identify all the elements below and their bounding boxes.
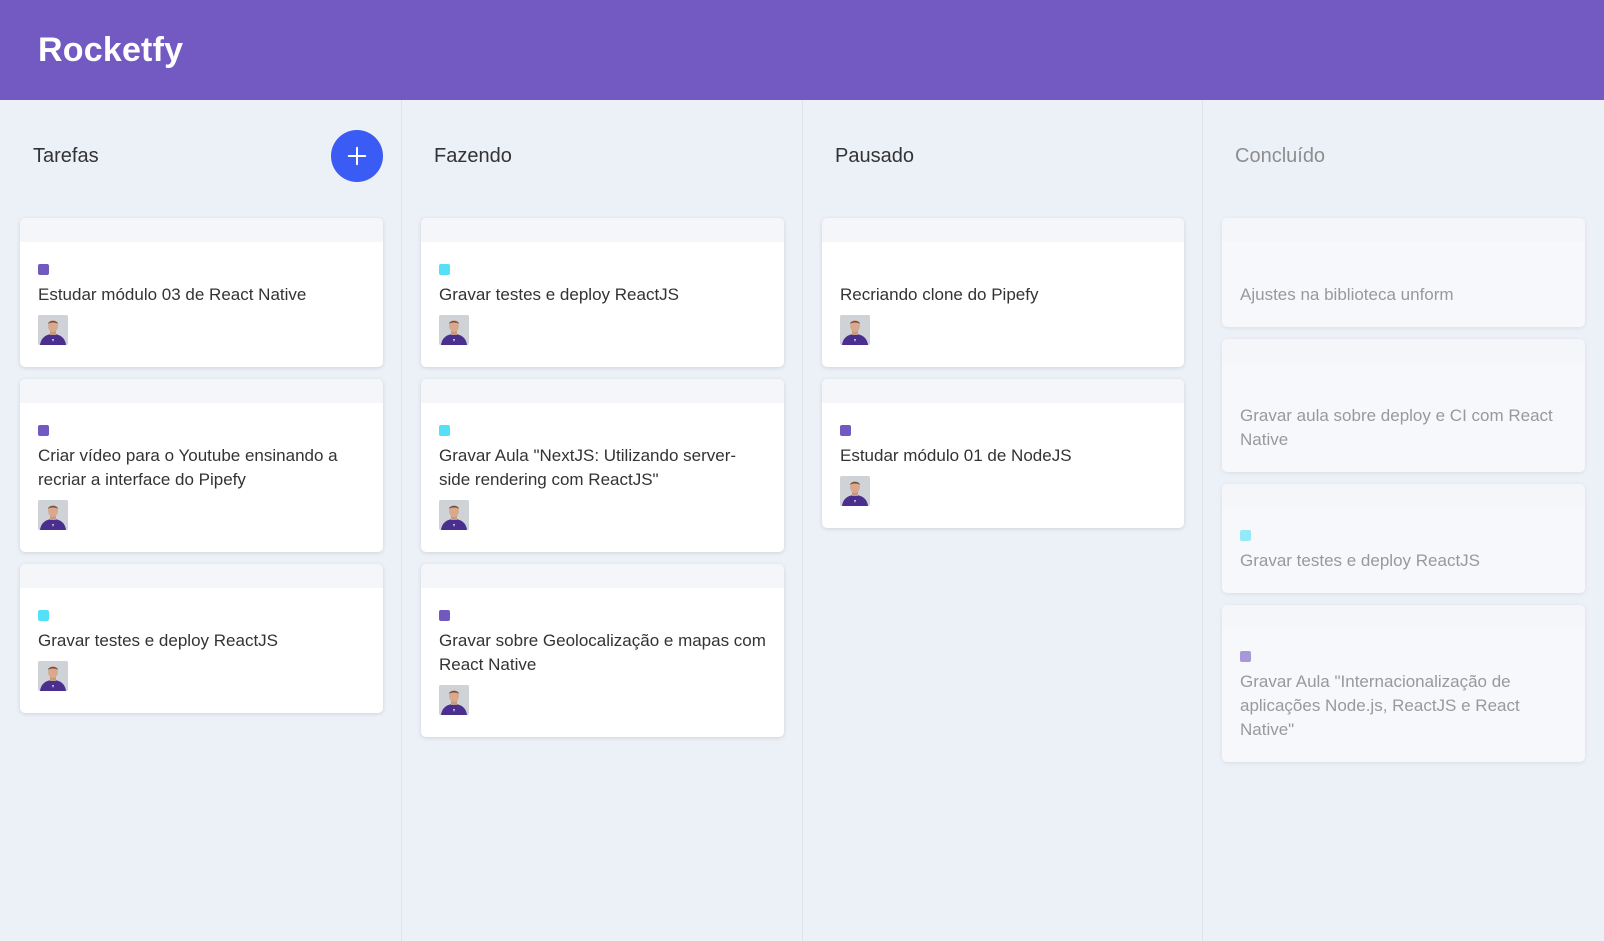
list-header: Fazendo — [421, 120, 784, 200]
card[interactable]: Gravar testes e deploy ReactJS — [20, 564, 383, 713]
card-list: Recriando clone do Pipefy Estudar módulo… — [822, 218, 1184, 528]
card-content: Estudar módulo 03 de React Native — [38, 285, 307, 304]
card[interactable]: Gravar Aula "Internacionalização de apli… — [1222, 605, 1585, 762]
user-avatar — [38, 661, 68, 691]
app-title: Rocketfy — [38, 30, 184, 69]
card-label — [439, 610, 450, 621]
add-card-button[interactable] — [331, 130, 383, 182]
list-title: Tarefas — [33, 144, 99, 167]
card-content: Gravar Aula "Internacionalização de apli… — [1240, 672, 1520, 739]
card[interactable]: Estudar módulo 01 de NodeJS — [822, 379, 1184, 528]
plus-icon — [347, 146, 367, 166]
card-label — [38, 264, 49, 275]
user-avatar — [38, 315, 68, 345]
card[interactable]: Recriando clone do Pipefy — [822, 218, 1184, 367]
card-content: Recriando clone do Pipefy — [840, 285, 1039, 304]
card-content: Gravar sobre Geolocalização e mapas com … — [439, 631, 766, 674]
card-content: Criar vídeo para o Youtube ensinando a r… — [38, 446, 338, 489]
person-icon — [38, 500, 68, 530]
card[interactable]: Criar vídeo para o Youtube ensinando a r… — [20, 379, 383, 552]
card[interactable]: Estudar módulo 03 de React Native — [20, 218, 383, 367]
card-label — [1240, 651, 1251, 662]
user-avatar — [38, 500, 68, 530]
card-label — [439, 425, 450, 436]
card[interactable]: Gravar testes e deploy ReactJS — [421, 218, 784, 367]
card-label — [38, 425, 49, 436]
user-avatar — [439, 500, 469, 530]
list-concluido: Concluído Ajustes na biblioteca unform G… — [1202, 100, 1603, 941]
card-list: Ajustes na biblioteca unform Gravar aula… — [1222, 218, 1585, 762]
card-content: Gravar testes e deploy ReactJS — [1240, 551, 1481, 570]
card-content: Estudar módulo 01 de NodeJS — [840, 446, 1072, 465]
card-content: Gravar Aula "NextJS: Utilizando server-s… — [439, 446, 737, 489]
card-label — [1240, 530, 1251, 541]
list-header: Concluído — [1222, 120, 1585, 200]
person-icon — [38, 661, 68, 691]
person-icon — [439, 500, 469, 530]
card-content: Ajustes na biblioteca unform — [1240, 285, 1454, 304]
card[interactable]: Gravar testes e deploy ReactJS — [1222, 484, 1585, 593]
person-icon — [439, 685, 469, 715]
user-avatar — [439, 685, 469, 715]
card[interactable]: Gravar aula sobre deploy e CI com React … — [1222, 339, 1585, 472]
list-title: Fazendo — [434, 144, 512, 167]
person-icon — [38, 315, 68, 345]
user-avatar — [840, 476, 870, 506]
list-tarefas: Tarefas Estudar módulo 03 de React Nativ… — [20, 100, 401, 941]
card-list: Gravar testes e deploy ReactJS Gravar Au… — [421, 218, 784, 737]
person-icon — [840, 315, 870, 345]
list-title: Pausado — [835, 144, 914, 167]
person-icon — [439, 315, 469, 345]
list-header: Pausado — [822, 120, 1184, 200]
card-label — [38, 610, 49, 621]
list-pausado: Pausado Recriando clone do Pipefy Estuda… — [802, 100, 1202, 941]
card[interactable]: Gravar sobre Geolocalização e mapas com … — [421, 564, 784, 737]
person-icon — [840, 476, 870, 506]
user-avatar — [439, 315, 469, 345]
card-list: Estudar módulo 03 de React Native Criar … — [20, 218, 383, 713]
card-content: Gravar testes e deploy ReactJS — [38, 631, 279, 650]
user-avatar — [840, 315, 870, 345]
list-title: Concluído — [1235, 144, 1326, 167]
list-fazendo: Fazendo Gravar testes e deploy ReactJS G… — [401, 100, 802, 941]
app-header: Rocketfy — [0, 0, 1604, 100]
kanban-board: Tarefas Estudar módulo 03 de React Nativ… — [0, 100, 1604, 941]
card-content: Gravar testes e deploy ReactJS — [439, 285, 680, 304]
card[interactable]: Ajustes na biblioteca unform — [1222, 218, 1585, 327]
list-header: Tarefas — [20, 120, 383, 200]
card-label — [439, 264, 450, 275]
card-label — [840, 425, 851, 436]
card-content: Gravar aula sobre deploy e CI com React … — [1240, 406, 1553, 449]
card[interactable]: Gravar Aula "NextJS: Utilizando server-s… — [421, 379, 784, 552]
